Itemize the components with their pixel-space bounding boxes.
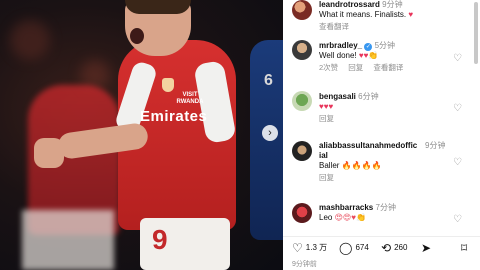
background-player-shorts <box>22 210 114 270</box>
heart-emoji: ♥♥♥ <box>319 102 334 111</box>
comment-meta: 查看翻译 <box>319 22 451 32</box>
emoji-reaction: 😍😍♥👏 <box>334 213 366 222</box>
comment-body: Baller <box>319 161 340 170</box>
comment-username[interactable]: mrbradley_ <box>319 41 362 50</box>
avatar[interactable] <box>292 203 312 223</box>
like-heart-icon[interactable]: ♡ <box>453 104 463 114</box>
comment-time: 9分钟 <box>382 0 403 9</box>
like-heart-icon[interactable]: ♡ <box>453 54 463 64</box>
background-bokeh <box>10 20 50 60</box>
post-photo[interactable]: 6 VISIT RWANDA Emirates 9 <box>0 0 283 270</box>
comment-text: leandrotrossard 9分钟 What it means. Final… <box>319 0 451 32</box>
comment-body: What it means. Finalists. <box>319 10 407 19</box>
translate-link[interactable]: 查看翻译 <box>319 22 349 31</box>
comments-panel: leandrotrossard 9分钟 What it means. Final… <box>283 0 480 270</box>
comment-username[interactable]: bengasali <box>319 92 356 101</box>
verified-badge-icon: ✓ <box>364 43 373 51</box>
send-icon: ➤ <box>421 241 432 255</box>
repost-icon: ⟲ <box>381 241 392 255</box>
comment-button[interactable]: ◯ 674 <box>339 242 369 254</box>
comment-time: 9分钟 <box>425 141 446 150</box>
bookmark-icon: ⌑ <box>461 241 468 255</box>
heart-emoji: ♥♥👏 <box>358 51 379 60</box>
opponent-number: 6 <box>264 72 273 89</box>
comment-text: aliabbassultanahmedofficial Baller 🔥🔥🔥🔥 … <box>319 141 419 183</box>
comment-username[interactable]: leandrotrossard <box>319 0 380 9</box>
comment-icon: ◯ <box>339 241 353 255</box>
translate-link[interactable]: 查看翻译 <box>373 63 403 72</box>
like-button[interactable]: ♡ 1.3 万 <box>292 242 327 254</box>
sleeve-sponsor: VISIT RWANDA <box>176 92 204 105</box>
comment-text: mrbradley_ ✓ 5分钟 Well done! ♥♥👏 2次赞 回复 查… <box>319 41 451 73</box>
avatar[interactable] <box>292 0 312 20</box>
comment-time: 6分钟 <box>358 92 379 101</box>
club-crest <box>162 78 174 92</box>
share-button[interactable]: ➤ <box>421 242 434 254</box>
comment-username[interactable]: aliabbassultanahmedofficial <box>319 141 417 160</box>
carousel-next-button[interactable]: › <box>262 125 278 141</box>
comment-meta: 回复 <box>319 173 419 183</box>
post-action-bar: ♡ 1.3 万 ◯ 674 ⟲ 260 ➤ ⌑ <box>283 236 480 258</box>
shirt-sponsor: Emirates <box>140 108 208 125</box>
save-button[interactable]: ⌑ <box>461 242 470 254</box>
avatar[interactable] <box>292 141 312 161</box>
like-count: 1.3 万 <box>305 243 328 252</box>
avatar[interactable] <box>292 91 312 111</box>
reply-link[interactable]: 回复 <box>319 114 334 123</box>
like-heart-icon[interactable]: ♡ <box>453 158 463 168</box>
comment-body: Well done! <box>319 51 357 60</box>
comment-meta: 2次赞 回复 查看翻译 <box>319 63 451 73</box>
reply-link[interactable]: 回复 <box>319 173 334 182</box>
comment-username[interactable]: mashbarracks <box>319 203 373 212</box>
fire-emoji: 🔥🔥🔥🔥 <box>341 161 382 170</box>
player-hair <box>125 0 191 14</box>
heart-icon: ♡ <box>292 241 303 255</box>
player-fist <box>34 138 64 168</box>
avatar[interactable] <box>292 40 312 60</box>
player-mouth <box>130 28 144 44</box>
comment-count: 674 <box>355 243 369 252</box>
reply-link[interactable]: 回复 <box>348 63 363 72</box>
comment-text: mashbarracks 7分钟 Leo 😍😍♥👏 <box>319 203 451 223</box>
comment-body: Leo <box>319 213 333 222</box>
like-heart-icon[interactable]: ♡ <box>453 215 463 225</box>
repost-button[interactable]: ⟲ 260 <box>381 242 407 254</box>
comment-time: 5分钟 <box>374 41 396 50</box>
like-count[interactable]: 2次赞 <box>319 63 338 72</box>
scrollbar[interactable] <box>474 2 478 64</box>
comment-meta: 回复 <box>319 114 451 124</box>
post-timestamp: 9分钟前 <box>292 261 317 268</box>
comment-text: bengasali 6分钟 ♥♥♥ 回复 <box>319 92 451 124</box>
shorts-number: 9 <box>152 224 168 255</box>
repost-count: 260 <box>394 243 408 252</box>
heart-emoji: ♥ <box>408 10 414 19</box>
comment-time: 7分钟 <box>375 203 396 212</box>
